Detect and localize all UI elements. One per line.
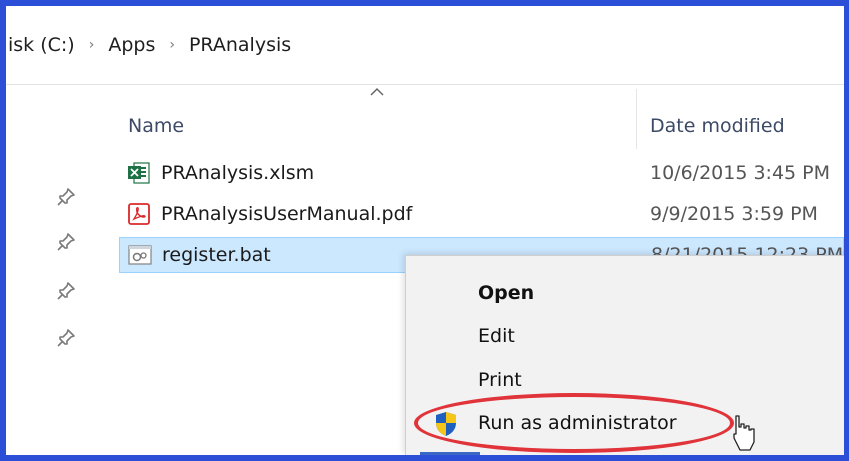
file-row[interactable]: PRAnalysisUserManual.pdf 9/9/2015 3:59 P… xyxy=(119,196,844,232)
menu-item-label: Edit xyxy=(478,325,515,347)
address-bar[interactable]: isk (C:) › Apps › PRAnalysis xyxy=(6,6,844,85)
uac-shield-icon xyxy=(436,412,456,436)
file-name: PRAnalysis.xlsm xyxy=(161,162,315,184)
excel-file-icon xyxy=(127,161,151,185)
pin-icon[interactable] xyxy=(56,232,76,252)
menu-item-label: Print xyxy=(478,369,522,391)
pin-icon[interactable] xyxy=(56,281,76,301)
context-menu: Open Edit Print Run as administrator xyxy=(405,255,846,456)
breadcrumb-separator: › xyxy=(169,37,175,53)
menu-item-open[interactable]: Open xyxy=(406,272,846,314)
breadcrumb-pranalysis[interactable]: PRAnalysis xyxy=(187,34,293,56)
breadcrumb-drive[interactable]: isk (C:) xyxy=(6,34,77,56)
file-date: 10/6/2015 3:45 PM xyxy=(650,162,831,184)
file-row[interactable]: PRAnalysis.xlsm 10/6/2015 3:45 PM xyxy=(119,155,844,191)
breadcrumb-separator: › xyxy=(88,37,95,53)
menu-next-item-edge xyxy=(420,452,480,455)
file-name: PRAnalysisUserManual.pdf xyxy=(161,203,413,225)
mouse-pointer-icon xyxy=(733,415,755,451)
menu-item-print[interactable]: Print xyxy=(406,359,846,401)
column-header-date-modified[interactable]: Date modified xyxy=(650,95,785,157)
menu-item-run-as-administrator[interactable]: Run as administrator xyxy=(406,402,846,444)
breadcrumb-apps[interactable]: Apps xyxy=(106,34,157,56)
sort-ascending-icon xyxy=(370,87,384,96)
column-divider[interactable] xyxy=(636,89,637,149)
menu-item-label: Open xyxy=(478,282,535,304)
menu-item-label: Run as administrator xyxy=(478,412,677,434)
pin-icon[interactable] xyxy=(56,328,76,348)
file-date: 9/9/2015 3:59 PM xyxy=(650,203,818,225)
menu-item-edit[interactable]: Edit xyxy=(406,315,846,357)
pin-icon[interactable] xyxy=(56,187,76,207)
batch-file-icon xyxy=(128,243,152,267)
pdf-file-icon xyxy=(127,202,151,226)
column-header-name[interactable]: Name xyxy=(128,95,184,157)
